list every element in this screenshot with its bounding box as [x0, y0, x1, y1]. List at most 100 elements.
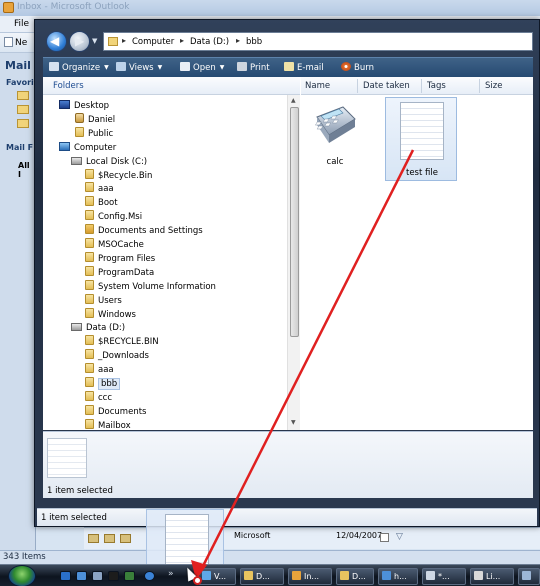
quick-launch-overflow-icon[interactable]: »	[168, 569, 174, 579]
outlook-app-icon	[3, 2, 14, 13]
scroll-up-icon[interactable]: ▲	[291, 97, 296, 104]
tree-node[interactable]: bbb	[85, 377, 121, 391]
start-button[interactable]	[8, 565, 36, 586]
burn-disc-icon	[341, 62, 351, 71]
nav-all-mail-items[interactable]: All I	[18, 161, 35, 179]
nav-mail-folders[interactable]: Mail F	[6, 143, 33, 152]
breadcrumb-separator-icon[interactable]: ▸	[180, 36, 184, 45]
tree-node[interactable]: Mailbox	[85, 418, 131, 430]
message-checkbox[interactable]	[380, 533, 389, 542]
burn-button[interactable]: Burn	[341, 61, 374, 75]
views-button[interactable]: Views ▼	[116, 61, 162, 75]
file-item-test-file[interactable]: test file	[385, 97, 457, 181]
scrollbar-thumb[interactable]	[290, 107, 299, 337]
column-name[interactable]: Name	[305, 81, 330, 91]
tree-node[interactable]: Config.Msi	[85, 210, 142, 224]
folder-icon	[85, 196, 94, 207]
folders-pane: Folders Desktop Daniel Public Computer Local…	[43, 77, 300, 430]
folder-icon[interactable]	[17, 91, 29, 100]
tree-node[interactable]: Users	[85, 293, 122, 308]
folder-icon	[85, 265, 94, 276]
forward-button[interactable]: ▶	[69, 31, 90, 52]
file-list-pane: Name Date taken Tags Size calc test file	[301, 77, 533, 430]
organize-button[interactable]: Organize ▼	[49, 61, 109, 75]
back-button[interactable]: ◀	[46, 31, 67, 52]
new-mail-icon	[4, 37, 13, 47]
chevron-down-icon: ▼	[157, 64, 163, 71]
taskbar-button[interactable]: In...	[288, 568, 332, 585]
new-button[interactable]: Ne	[4, 37, 27, 48]
taskbar-button[interactable]: D...	[240, 568, 284, 585]
folder-icon	[85, 404, 94, 415]
folder-icon	[85, 238, 94, 248]
open-button[interactable]: Open ▼	[180, 61, 224, 75]
tree-node[interactable]: Documents	[85, 404, 146, 419]
breadcrumb-bbb[interactable]: bbb	[246, 37, 262, 47]
tree-node[interactable]: ccc	[85, 390, 113, 405]
folders-header[interactable]: Folders	[43, 77, 300, 95]
column-size[interactable]: Size	[485, 81, 502, 91]
folder-icon[interactable]	[17, 105, 29, 114]
flag-icon[interactable]: ▽	[396, 532, 403, 542]
folder-icon[interactable]	[17, 119, 29, 128]
tree-node[interactable]: MSOCache	[85, 238, 144, 252]
folder-icon	[85, 279, 94, 290]
tree-node[interactable]: Data (D:)	[71, 321, 125, 335]
scroll-down-icon[interactable]: ▼	[291, 419, 296, 426]
calculator-icon	[315, 106, 356, 143]
tree-node-label: Config.Msi	[98, 212, 143, 223]
tree-node-label: aaa	[98, 365, 114, 376]
tree-node[interactable]: Documents and Settings	[85, 224, 203, 238]
breadcrumb-separator-icon[interactable]: ▸	[122, 36, 126, 45]
tree-node[interactable]: Computer	[59, 141, 116, 155]
ie-icon[interactable]	[76, 571, 87, 581]
show-desktop-icon[interactable]	[60, 571, 71, 581]
tree-node[interactable]: $Recycle.Bin	[85, 168, 152, 183]
taskbar-button[interactable]: V...	[198, 568, 236, 585]
tree-node[interactable]: aaa	[85, 182, 114, 196]
tree-node-label: Windows	[98, 309, 136, 320]
taskbar-button[interactable]: h...	[378, 568, 418, 585]
browser-icon[interactable]	[144, 571, 155, 581]
tree-node[interactable]: Windows	[85, 307, 136, 322]
tree-node[interactable]: Boot	[85, 196, 118, 210]
taskbar-button[interactable]: Li...	[470, 568, 514, 585]
recent-pages-dropdown-icon[interactable]: ▼	[92, 37, 97, 45]
email-button[interactable]: E-mail	[284, 61, 324, 75]
tree-node[interactable]: Desktop	[59, 99, 109, 113]
tree-node[interactable]: ProgramData	[85, 265, 154, 280]
tree-node[interactable]: $RECYCLE.BIN	[85, 335, 159, 349]
column-date-taken[interactable]: Date taken	[363, 81, 410, 91]
tree-node-label: MSOCache	[98, 240, 144, 250]
arrow-right-icon: ▶	[75, 34, 85, 48]
taskbar-button[interactable]: *...	[422, 568, 466, 585]
breadcrumb-separator-icon[interactable]: ▸	[236, 36, 240, 45]
taskbar-button[interactable]	[518, 568, 540, 585]
taskbar-button[interactable]: D...	[336, 568, 374, 585]
column-tags[interactable]: Tags	[427, 81, 446, 91]
breadcrumb-computer[interactable]: Computer	[132, 37, 174, 47]
address-bar[interactable]: ▸ Computer ▸ Data (D:) ▸ bbb	[103, 32, 533, 51]
switch-windows-icon[interactable]	[92, 571, 103, 581]
tree-node[interactable]: Public	[75, 126, 113, 141]
envelope-icon	[88, 534, 99, 543]
breadcrumb-data-drive[interactable]: Data (D:)	[190, 37, 229, 47]
file-item-calc[interactable]: calc	[307, 105, 363, 175]
chevron-down-icon: ▼	[104, 64, 109, 71]
tree-node[interactable]: Daniel	[75, 112, 115, 127]
quick-launch-icon[interactable]	[124, 571, 135, 581]
print-button[interactable]: Print	[237, 61, 270, 75]
command-prompt-icon[interactable]	[108, 571, 119, 581]
menu-file[interactable]: File	[14, 19, 29, 29]
tree-node[interactable]: aaa	[85, 363, 114, 377]
tree-node[interactable]: Local Disk (C:)	[71, 155, 147, 169]
folders-scrollbar[interactable]: ▲ ▼	[287, 95, 300, 430]
tree-node[interactable]: System Volume Information	[85, 279, 216, 294]
nav-favorite-folders[interactable]: Favorit	[6, 78, 38, 87]
tree-node-label: Users	[98, 295, 122, 306]
tree-node[interactable]: Program Files	[85, 251, 155, 266]
tree-node[interactable]: _Downloads	[85, 349, 149, 363]
tree-node-label: ccc	[98, 392, 113, 403]
navigation-bar: ◀ ▶ ▼ ▸ Computer ▸ Data (D:) ▸ bbb	[43, 28, 533, 56]
app-icon	[474, 571, 483, 580]
